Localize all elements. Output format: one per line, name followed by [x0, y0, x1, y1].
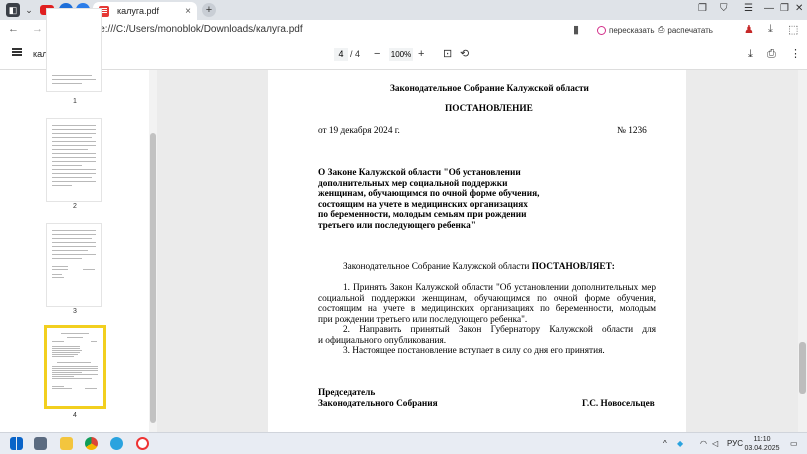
- document-viewport: Законодательное Собрание Калужской облас…: [157, 70, 807, 432]
- pdf-page-4: Законодательное Собрание Калужской облас…: [268, 70, 686, 432]
- telegram-icon[interactable]: [110, 437, 123, 450]
- yandex-browser-icon[interactable]: [136, 437, 149, 450]
- sidebar-scrollbar-thumb[interactable]: [150, 133, 156, 423]
- subject-line-5: по беременности, молодым семьям при рожд…: [318, 210, 527, 220]
- doc-type-heading: ПОСТАНОВЛЕНИЕ: [445, 104, 533, 114]
- doc-date: от 19 декабря 2024 г.: [318, 126, 400, 136]
- print-label: распечатать: [667, 25, 713, 35]
- bookmarks-icon[interactable]: ⛉: [720, 3, 728, 14]
- zoom-in-button[interactable]: +: [418, 48, 424, 61]
- more-options-icon[interactable]: ⋮: [790, 48, 801, 61]
- tab-close-button[interactable]: ×: [185, 6, 191, 17]
- subject-line-4: состоящим на учете в медицинских организ…: [318, 199, 528, 210]
- calculator-icon[interactable]: [34, 437, 47, 450]
- page-total: / 4: [350, 49, 361, 59]
- chrome-icon[interactable]: [85, 437, 98, 450]
- volume-icon[interactable]: ◁: [712, 439, 718, 448]
- tab-strip: ◧ ⌄ калуга.pdf × + ❐ ⛉ ☰ — ❐ ✕: [0, 0, 807, 20]
- clock-time: 11:10: [753, 436, 771, 443]
- maximize-icon[interactable]: ❐: [780, 3, 789, 14]
- doc-number: № 1236: [617, 126, 647, 136]
- zoom-out-button[interactable]: −: [374, 48, 380, 61]
- notifications-icon[interactable]: ▭: [790, 439, 798, 448]
- extension-icon[interactable]: ♟: [744, 23, 754, 36]
- tab-kaluga-pdf[interactable]: калуга.pdf ×: [93, 2, 197, 20]
- thumbnail-page-2[interactable]: [46, 118, 102, 202]
- menu-icon[interactable]: ☰: [744, 3, 753, 14]
- retell-icon: [597, 25, 606, 35]
- print-button[interactable]: ⎙ распечатать: [658, 23, 713, 37]
- clock-date: 03.04.2025: [744, 445, 780, 452]
- item1-line-4: при рождении третьего или последующего р…: [318, 314, 528, 325]
- address-field[interactable]: ▣ file:///C:/Users/monoblok/Downloads/ка…: [70, 22, 590, 38]
- new-tab-button[interactable]: +: [202, 3, 216, 17]
- thumbnail-label-4: 4: [73, 412, 77, 419]
- rotate-icon[interactable]: ⟲: [460, 48, 469, 61]
- thumbnail-sidebar: 1 2 3 4: [0, 8, 157, 432]
- subject-line-6: третьего или последующего ребенка": [318, 220, 476, 231]
- item3-line: 3. Настоящее постановление вступает в си…: [343, 346, 605, 356]
- signatory-title-1: Председатель: [318, 388, 376, 398]
- thumbnail-label-3: 3: [73, 308, 77, 315]
- tray-chevron-icon[interactable]: ^: [663, 439, 667, 448]
- subject-line-2: дополнительных мер социальной поддержки: [318, 178, 508, 189]
- thumbnail-page-3[interactable]: [46, 223, 102, 307]
- pdf-toolbar: калуга.pdf 4 / 4 − 100% + ⊡ ⟲ ⤓ ⎙ ⋮: [0, 40, 807, 70]
- zoom-level-input[interactable]: 100%: [389, 48, 413, 61]
- sidebar-toggle-icon[interactable]: [12, 51, 22, 53]
- retell-label: пересказать: [609, 25, 655, 35]
- item1-line-3: состоящим на учете в медицинских организ…: [318, 304, 656, 315]
- document-scrollbar-thumb[interactable]: [799, 342, 806, 394]
- language-indicator[interactable]: РУС: [727, 439, 743, 448]
- thumbnail-page-1[interactable]: [46, 8, 102, 92]
- tray-telegram-icon[interactable]: ◆: [677, 439, 683, 448]
- fit-page-icon[interactable]: ⊡: [443, 48, 452, 61]
- start-icon[interactable]: [10, 437, 23, 450]
- wifi-icon[interactable]: ◠: [700, 439, 707, 448]
- minimize-icon[interactable]: —: [764, 3, 774, 14]
- item2-line-2: и официального опубликования.: [318, 335, 447, 346]
- subject-line-1: О Законе Калужской области "Об установле…: [318, 168, 521, 178]
- thumbnail-label-2: 2: [73, 203, 77, 210]
- download-icon[interactable]: ⤓: [748, 48, 753, 61]
- bookmark-page-icon[interactable]: ▮: [573, 23, 579, 36]
- url-text: file:///C:/Users/monoblok/Downloads/калу…: [92, 24, 303, 35]
- page-number-input[interactable]: 4: [334, 48, 348, 61]
- tab-list-icon[interactable]: ⌄: [22, 3, 36, 17]
- item2-line-1: 2. Направить принятый Закон Губернатору …: [343, 325, 656, 336]
- back-icon[interactable]: ←: [8, 23, 19, 35]
- tab-title: калуга.pdf: [117, 6, 159, 16]
- item1-line-2: социальной поддержки женщинам, обучающим…: [318, 293, 656, 304]
- resolves-line: Законодательное Собрание Калужской облас…: [343, 262, 615, 272]
- profile-icon[interactable]: ◧: [6, 3, 20, 17]
- share-icon[interactable]: ⬚: [788, 23, 798, 36]
- thumbnail-page-4[interactable]: [44, 325, 106, 409]
- file-explorer-icon[interactable]: [60, 437, 73, 450]
- signatory-name: Г.С. Новосельцев: [582, 398, 655, 409]
- address-bar-row: ← → ↻ ▣ file:///C:/Users/monoblok/Downlo…: [0, 20, 807, 40]
- tabs-overview-icon[interactable]: ❐: [698, 3, 707, 14]
- item1-line-1: 1. Принять Закон Калужской области "Об у…: [343, 283, 656, 293]
- subject-line-3: женщинам, обучающимся по очной форме обу…: [318, 189, 540, 199]
- forward-icon[interactable]: →: [32, 23, 43, 35]
- downloads-icon[interactable]: ⤓: [768, 23, 773, 36]
- retell-button[interactable]: пересказать: [597, 23, 655, 37]
- print-icon[interactable]: ⎙: [767, 48, 776, 61]
- taskbar-clock[interactable]: 11:10 03.04.2025: [744, 435, 780, 453]
- org-header: Законодательное Собрание Калужской облас…: [390, 84, 589, 94]
- close-window-icon[interactable]: ✕: [795, 3, 803, 14]
- print-small-icon: ⎙: [658, 25, 665, 34]
- windows-taskbar: ^ ◆ ◠ ◁ РУС 11:10 03.04.2025 ▭: [0, 432, 807, 454]
- signatory-title-2: Законодательного Собрания: [318, 398, 438, 409]
- thumbnail-label-1: 1: [73, 98, 77, 105]
